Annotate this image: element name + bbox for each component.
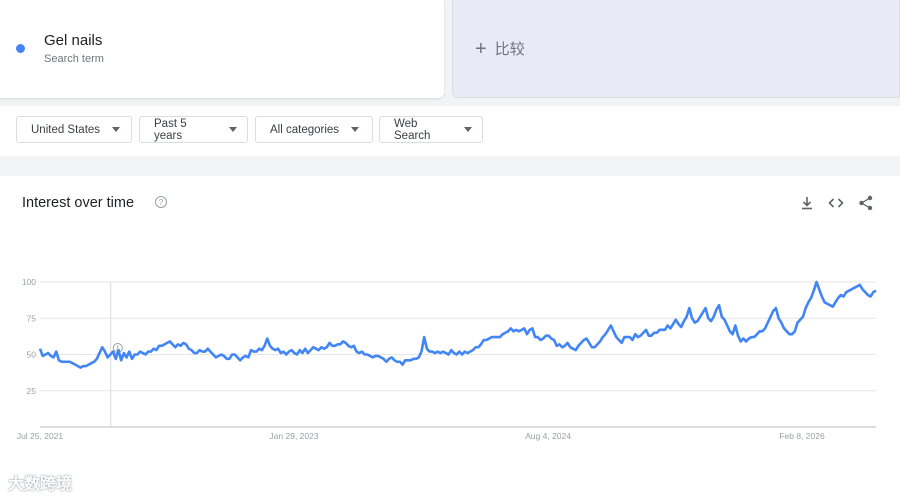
filter-region-label: United States: [31, 123, 101, 136]
filter-bar: United States Past 5 years All categorie…: [0, 106, 900, 156]
y-tick-label: 75: [27, 313, 37, 323]
filter-category[interactable]: All categories: [255, 116, 373, 143]
y-tick-label: 25: [27, 386, 37, 396]
filter-region[interactable]: United States: [16, 116, 132, 143]
filter-category-label: All categories: [270, 123, 340, 136]
watermark: 大数跨境: [8, 476, 73, 493]
search-term-card[interactable]: Gel nails Search term: [0, 0, 444, 98]
chevron-down-icon: [351, 127, 360, 132]
filter-time-range[interactable]: Past 5 years: [139, 116, 248, 143]
search-term-name[interactable]: Gel nails: [44, 32, 102, 49]
y-tick-label: 50: [27, 350, 37, 360]
filter-search-type[interactable]: Web Search: [379, 116, 483, 143]
chevron-down-icon: [229, 127, 237, 132]
chevron-down-icon: [464, 127, 472, 132]
search-term-subtitle: Search term: [44, 53, 104, 65]
interest-over-time-card: Interest over time ? 25 50 75 100 Jul 25, 20…: [0, 176, 900, 501]
x-tick-label: Feb 8, 2026: [779, 431, 825, 441]
compare-button[interactable]: + 比较: [452, 0, 900, 98]
x-tick-label: Jan 29, 2023: [269, 431, 318, 441]
chevron-down-icon: [112, 127, 121, 132]
series-color-dot: [16, 44, 25, 53]
x-tick-label: Jul 25, 2021: [17, 431, 64, 441]
filter-search-type-label: Web Search: [394, 117, 431, 142]
y-tick-label: 100: [22, 277, 36, 287]
x-tick-label: Aug 4, 2024: [525, 431, 571, 441]
filter-time-range-label: Past 5 years: [154, 117, 187, 142]
compare-label: 比较: [494, 41, 525, 58]
line-chart: 25 50 75 100 Jul 25, 2021 Jan 29, 2023 Aug 4, …: [17, 277, 877, 441]
plus-icon: +: [475, 37, 487, 60]
